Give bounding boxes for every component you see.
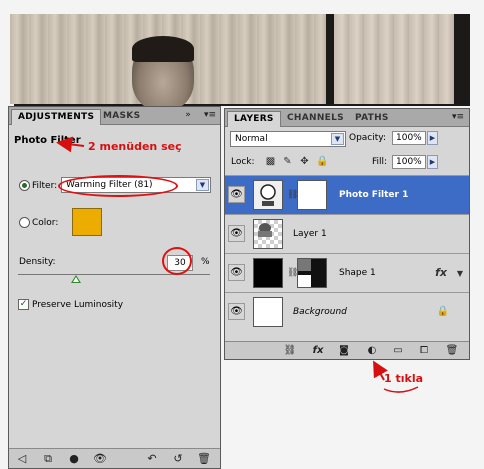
click-hint-arrow (373, 360, 388, 381)
click-hint-underline (383, 386, 419, 393)
annotation-arrows (56, 136, 419, 393)
menu-hint-arrow (56, 136, 85, 153)
